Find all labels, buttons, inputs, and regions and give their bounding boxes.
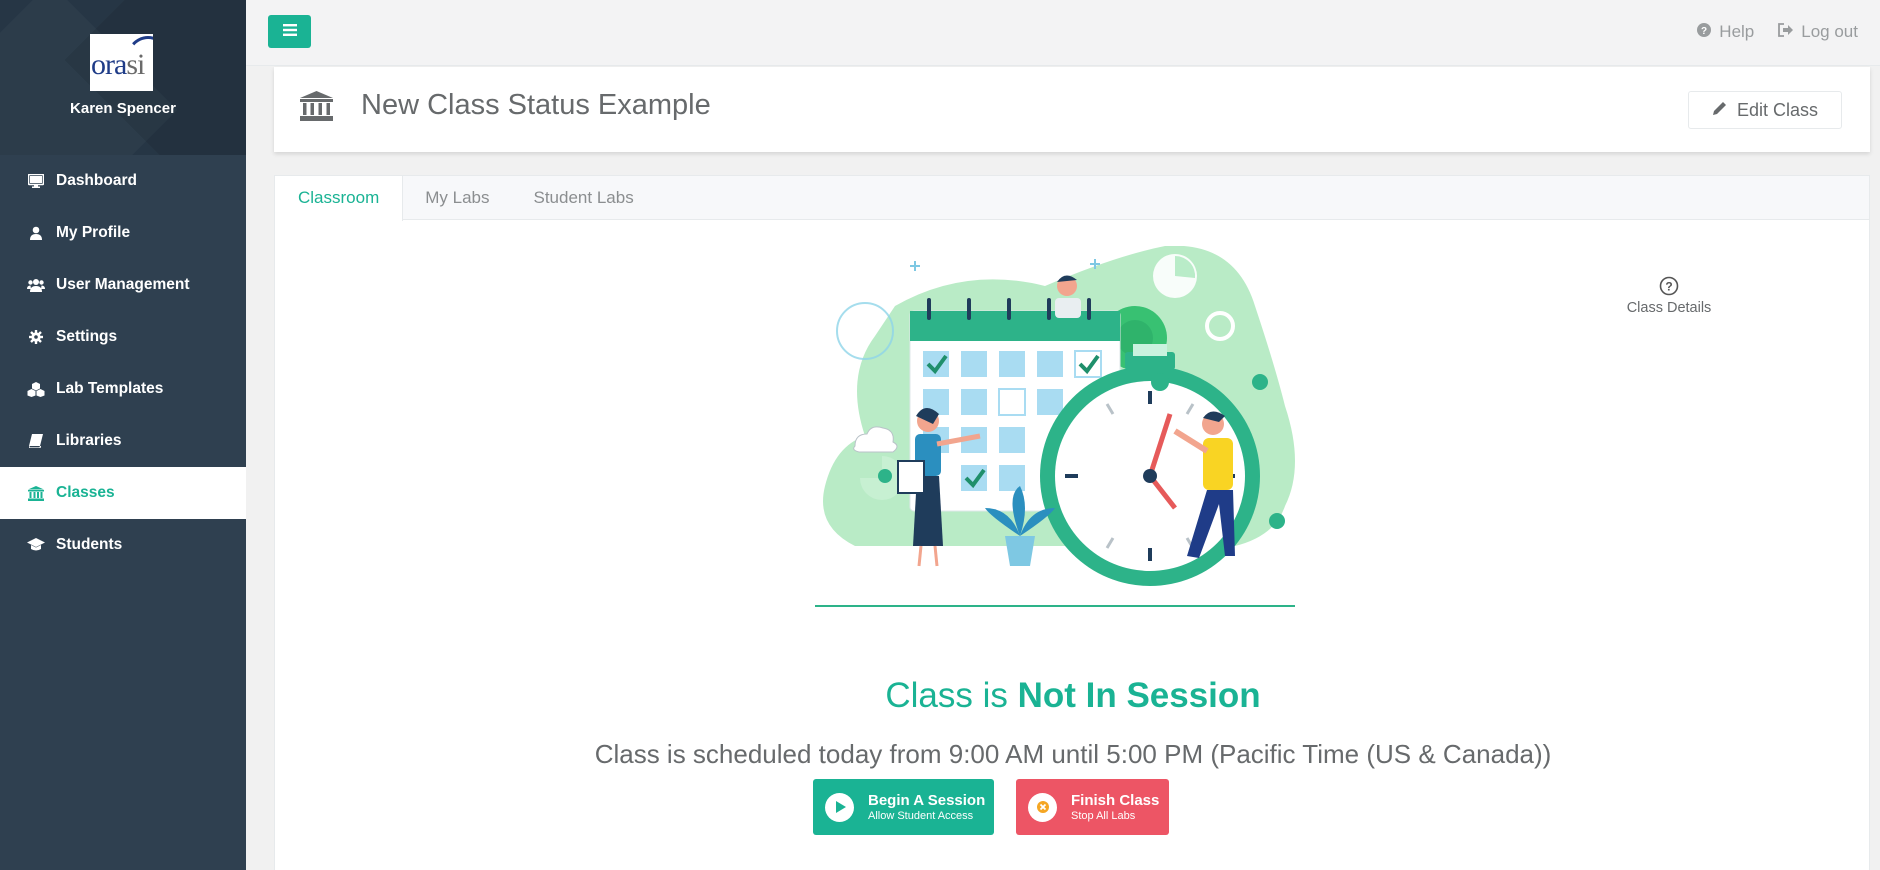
sidebar-item-classes[interactable]: Classes — [0, 467, 246, 519]
help-link[interactable]: ? Help — [1697, 22, 1754, 42]
help-label: Help — [1719, 22, 1755, 41]
top-links: ? Help Log out — [1697, 22, 1858, 42]
users-icon — [26, 277, 46, 293]
edit-class-button[interactable]: Edit Class — [1688, 91, 1842, 129]
finish-class-label: Finish Class — [1071, 791, 1160, 809]
graduation-cap-icon — [26, 537, 46, 553]
institution-icon — [26, 485, 46, 501]
sidebar-nav: Dashboard My Profile User Management Set… — [0, 155, 246, 571]
sidebar-item-label: Students — [56, 536, 123, 553]
sign-out-icon — [1778, 22, 1794, 42]
tab-my-labs[interactable]: My Labs — [403, 176, 511, 219]
sidebar-item-students[interactable]: Students — [0, 519, 246, 571]
top-navbar: ? Help Log out — [246, 0, 1880, 66]
sidebar-item-label: Dashboard — [56, 172, 137, 189]
sidebar-item-lab-templates[interactable]: Lab Templates — [0, 363, 246, 415]
pencil-icon — [1712, 100, 1727, 121]
book-icon — [26, 433, 46, 449]
tab-bar: Classroom My Labs Student Labs — [274, 176, 1869, 221]
sidebar-item-dashboard[interactable]: Dashboard — [0, 155, 246, 207]
status-value: Not In Session — [1017, 676, 1261, 715]
session-actions: Begin A Session Allow Student Access Fin… — [275, 779, 1871, 835]
sidebar-item-user-management[interactable]: User Management — [0, 259, 246, 311]
svg-text:?: ? — [1665, 280, 1672, 294]
menu-toggle-button[interactable] — [268, 15, 311, 48]
sidebar: orasi Karen Spencer Dashboard My Profile… — [0, 0, 246, 870]
sidebar-item-label: Libraries — [56, 432, 122, 449]
monitor-icon — [26, 173, 46, 189]
logout-label: Log out — [1801, 22, 1858, 41]
user-name: Karen Spencer — [70, 100, 176, 117]
orasi-logo: orasi — [90, 34, 153, 91]
question-circle-icon: ? — [1697, 22, 1712, 42]
sidebar-profile: orasi Karen Spencer — [0, 0, 246, 155]
class-details-link[interactable]: ? Class Details — [1619, 276, 1719, 316]
begin-session-button[interactable]: Begin A Session Allow Student Access — [813, 779, 994, 835]
logout-link[interactable]: Log out — [1778, 22, 1858, 42]
sidebar-item-my-profile[interactable]: My Profile — [0, 207, 246, 259]
cubes-icon — [26, 381, 46, 397]
class-details-label: Class Details — [1626, 300, 1712, 316]
hamburger-icon — [282, 23, 297, 41]
sidebar-item-label: User Management — [56, 276, 190, 293]
status-prefix: Class is — [885, 676, 1018, 715]
begin-session-sublabel: Allow Student Access — [868, 809, 974, 822]
tab-student-labs[interactable]: Student Labs — [512, 176, 656, 219]
finish-class-button[interactable]: Finish Class Stop All Labs — [1016, 779, 1169, 835]
begin-session-label: Begin A Session — [868, 791, 986, 809]
finish-class-sublabel: Stop All Labs — [1071, 809, 1136, 822]
question-circle-icon: ? — [1619, 276, 1719, 300]
sidebar-item-label: My Profile — [56, 224, 131, 241]
edit-class-label: Edit Class — [1736, 99, 1819, 120]
tab-classroom[interactable]: Classroom — [274, 176, 404, 221]
sidebar-item-label: Settings — [56, 328, 118, 345]
page-header: New Class Status Example Edit Class — [274, 67, 1870, 152]
sidebar-item-label: Classes — [56, 484, 115, 501]
class-panel: Classroom My Labs Student Labs ? Class D… — [274, 175, 1870, 870]
schedule-illustration — [815, 246, 1295, 607]
schedule-text: Class is scheduled today from 9:00 AM un… — [594, 739, 1552, 769]
sidebar-item-libraries[interactable]: Libraries — [0, 415, 246, 467]
sidebar-item-settings[interactable]: Settings — [0, 311, 246, 363]
user-icon — [26, 225, 46, 241]
session-status: Class is Not In Session — [275, 676, 1871, 716]
sidebar-item-label: Lab Templates — [56, 380, 164, 397]
svg-text:?: ? — [1701, 26, 1707, 37]
gear-icon — [26, 329, 46, 345]
play-icon — [825, 792, 854, 822]
institution-icon — [300, 91, 333, 126]
page-title: New Class Status Example — [361, 89, 711, 121]
close-icon — [1028, 792, 1057, 822]
